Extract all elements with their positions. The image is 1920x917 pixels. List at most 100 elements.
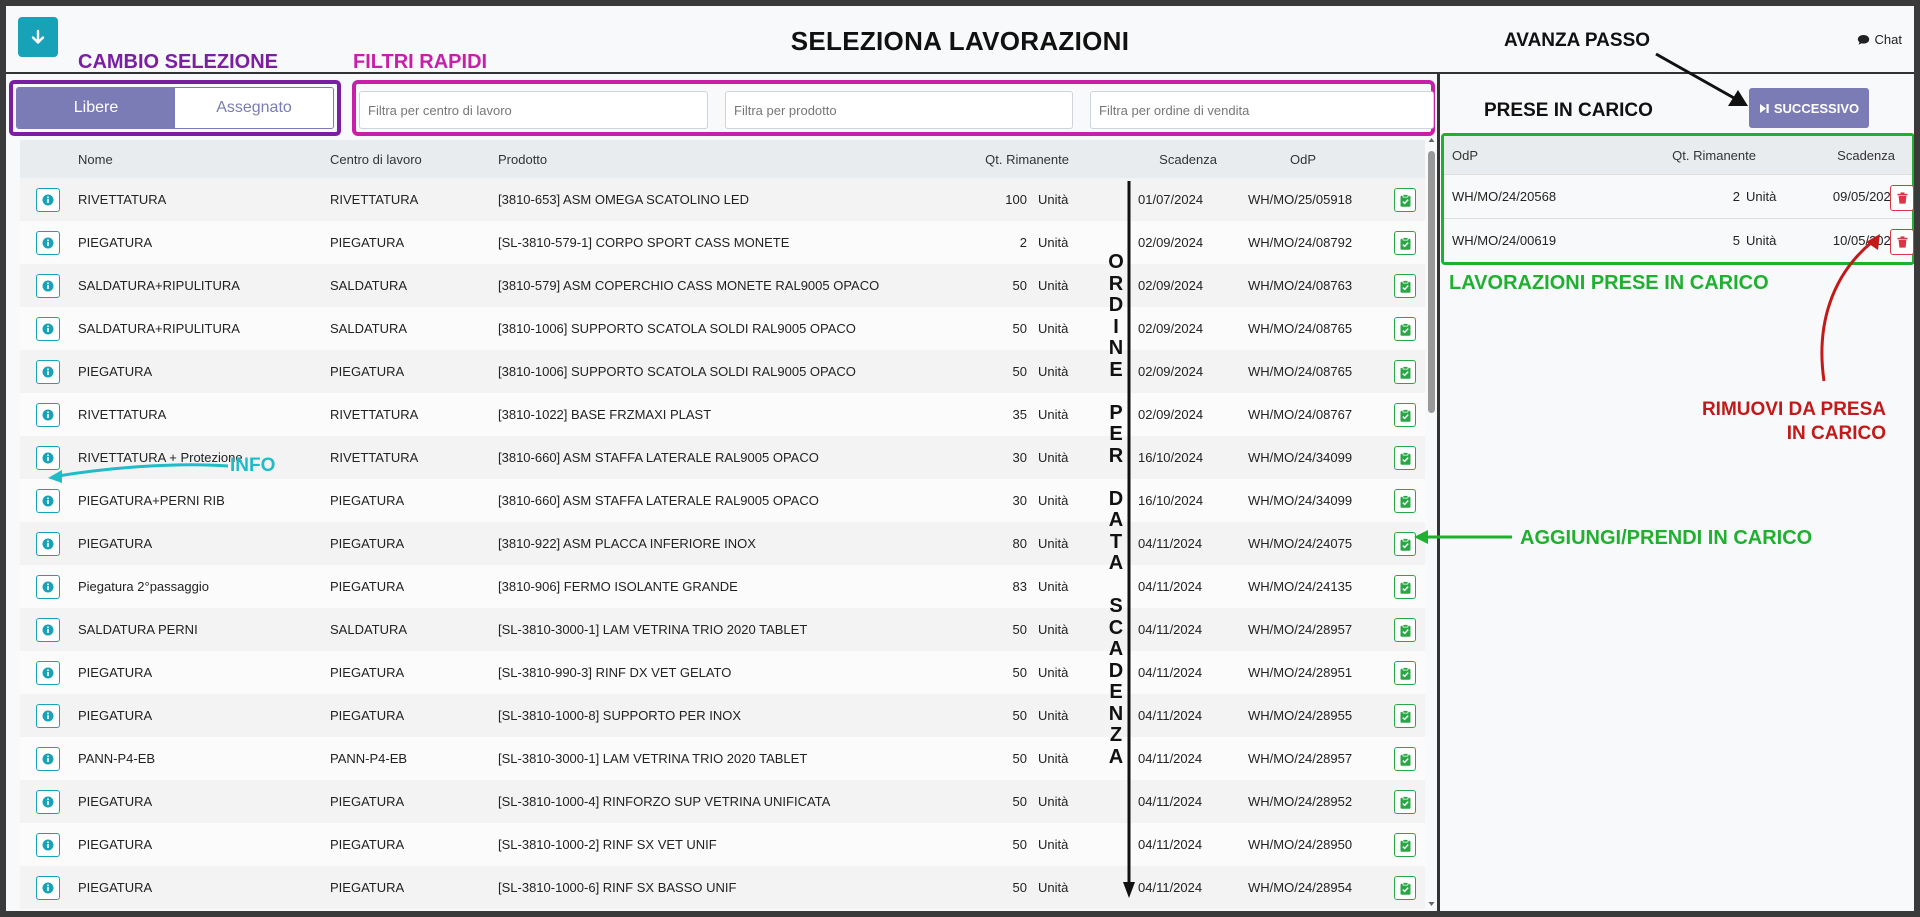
info-button[interactable] — [36, 704, 60, 728]
take-in-charge-button[interactable] — [1394, 704, 1416, 728]
info-button[interactable] — [36, 489, 60, 513]
quick-filters-highlight — [352, 80, 1435, 136]
take-in-charge-button[interactable] — [1394, 446, 1416, 470]
row-work-center: PIEGATURA — [330, 880, 405, 895]
annotation-sort-gap — [1113, 381, 1119, 403]
take-in-charge-button[interactable] — [1394, 876, 1416, 900]
row-odp: WH/MO/24/28955 — [1248, 708, 1353, 723]
row-unit: Unità — [1038, 450, 1069, 465]
row-odp: WH/MO/24/34099 — [1248, 493, 1353, 508]
remove-taken-button[interactable] — [1890, 185, 1914, 211]
info-button[interactable] — [36, 317, 60, 341]
clipboard-check-icon — [1400, 365, 1410, 379]
take-in-charge-button[interactable] — [1394, 403, 1416, 427]
take-in-charge-button[interactable] — [1394, 661, 1416, 685]
row-product: [SL-3810-1000-2] RINF SX VET UNIF — [498, 837, 717, 852]
annotation-remove-line1: RIMUOVI DA PRESA — [1701, 399, 1886, 420]
table-row: PIEGATURA PIEGATURA [SL-3810-990-3] RINF D… — [20, 651, 1425, 694]
sales-order-filter-input[interactable] — [1090, 91, 1434, 129]
info-button[interactable] — [36, 661, 60, 685]
taken-row: WH/MO/24/00619 5 Unità 10/05/2024 — [1444, 218, 1914, 262]
annotation-sort-letter: D — [1108, 487, 1124, 510]
take-in-charge-button[interactable] — [1394, 317, 1416, 341]
row-unit: Unità — [1038, 837, 1069, 852]
product-filter-input[interactable] — [725, 91, 1073, 129]
row-name: PIEGATURA — [78, 665, 153, 680]
info-button[interactable] — [36, 575, 60, 599]
clipboard-check-icon — [1400, 193, 1410, 207]
annotation-advance-step: AVANZA PASSO — [1504, 30, 1651, 51]
toggle-assigned[interactable]: Assegnato — [175, 88, 333, 128]
row-qty: 50 — [1012, 708, 1027, 723]
info-button[interactable] — [36, 446, 60, 470]
table-scrollbar[interactable] — [1426, 134, 1437, 911]
download-button[interactable] — [18, 17, 58, 57]
info-circle-icon — [42, 710, 54, 722]
advance-arrow-head — [1728, 90, 1748, 106]
clipboard-check-icon — [1400, 279, 1410, 293]
next-step-button[interactable]: SUCCESSIVO — [1749, 88, 1869, 128]
taken-row: WH/MO/24/20568 2 Unità 09/05/2024 — [1444, 174, 1914, 218]
annotation-sort-letter: R — [1108, 444, 1124, 467]
info-button[interactable] — [36, 188, 60, 212]
take-in-charge-button[interactable] — [1394, 833, 1416, 857]
row-qty: 2 — [1019, 235, 1027, 250]
toggle-free[interactable]: Libere — [17, 88, 175, 128]
trash-icon — [1897, 236, 1907, 248]
info-button[interactable] — [36, 790, 60, 814]
take-in-charge-button[interactable] — [1394, 618, 1416, 642]
info-button[interactable] — [36, 532, 60, 556]
taken-row-odp: WH/MO/24/20568 — [1452, 189, 1557, 204]
panel-divider — [1437, 74, 1440, 911]
chat-bubble-icon — [1857, 34, 1869, 45]
table-body: RIVETTATURA RIVETTATURA [3810-653] ASM OME… — [20, 178, 1425, 909]
info-circle-icon — [42, 280, 54, 292]
row-due: 02/09/2024 — [1138, 407, 1204, 422]
annotation-remove-taken: RIMUOVI DA PRESA IN CARICO — [1546, 398, 1886, 446]
row-odp: WH/MO/24/08767 — [1248, 407, 1353, 422]
taken-column-qty: Qt. Rimanente — [1672, 147, 1756, 163]
taken-table-body: WH/MO/24/20568 2 Unità 09/05/2024 WH/MO/24/0… — [1444, 174, 1914, 262]
remove-taken-button[interactable] — [1890, 229, 1914, 255]
take-in-charge-button[interactable] — [1394, 231, 1416, 255]
row-work-center: PANN-P4-EB — [330, 751, 408, 766]
work-center-filter-input[interactable] — [359, 91, 708, 129]
scroll-thumb[interactable] — [1428, 151, 1435, 413]
work-orders-table: Nome Centro di lavoro Prodotto Qt. Riman… — [20, 140, 1425, 909]
row-qty: 50 — [1012, 751, 1027, 766]
row-product: [3810-660] ASM STAFFA LATERALE RAL9005 O… — [498, 493, 819, 508]
take-in-charge-button[interactable] — [1394, 790, 1416, 814]
row-name: SALDATURA PERNI — [78, 622, 198, 637]
row-due: 04/11/2024 — [1138, 880, 1203, 895]
row-name: PIEGATURA — [78, 794, 153, 809]
take-in-charge-button[interactable] — [1394, 188, 1416, 212]
info-button[interactable] — [36, 833, 60, 857]
info-button[interactable] — [36, 360, 60, 384]
take-in-charge-button[interactable] — [1394, 747, 1416, 771]
take-in-charge-button[interactable] — [1394, 360, 1416, 384]
row-name: PIEGATURA — [78, 235, 153, 250]
info-button[interactable] — [36, 403, 60, 427]
take-in-charge-button[interactable] — [1394, 274, 1416, 298]
info-button[interactable] — [36, 876, 60, 900]
info-circle-icon — [42, 882, 54, 894]
row-name: PIEGATURA+PERNI RIB — [78, 493, 225, 508]
info-button[interactable] — [36, 231, 60, 255]
annotation-remove-line2: IN CARICO — [1786, 423, 1886, 444]
info-button[interactable] — [36, 274, 60, 298]
chat-button[interactable]: Chat — [1857, 32, 1902, 47]
row-product: [SL-3810-1000-6] RINF SX BASSO UNIF — [498, 880, 737, 895]
take-in-charge-button[interactable] — [1394, 489, 1416, 513]
info-button[interactable] — [36, 618, 60, 642]
row-unit: Unità — [1038, 192, 1069, 207]
annotation-sort-letter: E — [1109, 423, 1123, 445]
annotation-taken-orders: LAVORAZIONI PRESE IN CARICO — [1449, 272, 1769, 294]
take-in-charge-button[interactable] — [1394, 575, 1416, 599]
taken-row-unit: Unità — [1746, 189, 1777, 204]
row-work-center: PIEGATURA — [330, 665, 405, 680]
row-name: RIVETTATURA — [78, 407, 167, 422]
take-in-charge-button[interactable] — [1394, 532, 1416, 556]
info-button[interactable] — [36, 747, 60, 771]
clipboard-check-icon — [1400, 408, 1410, 422]
column-header-name: Nome — [78, 151, 113, 167]
